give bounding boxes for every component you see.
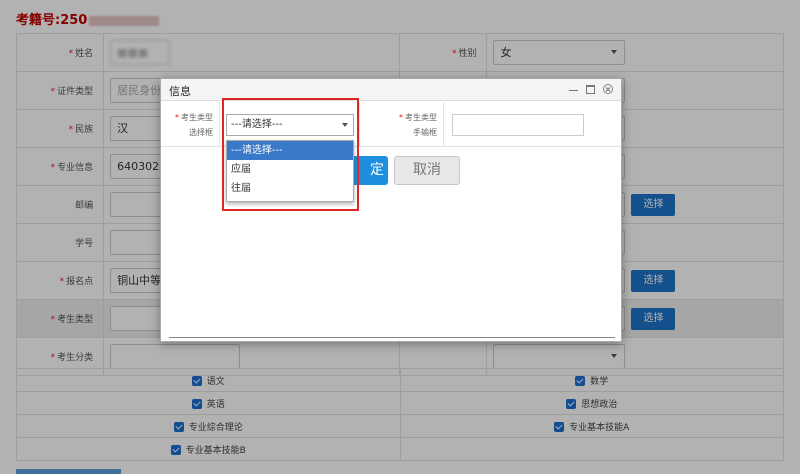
candidate-type-input-label: * 考生类型 手输框 [399, 113, 437, 137]
cancel-button[interactable]: 取消 [394, 156, 460, 185]
maximize-icon[interactable] [586, 84, 595, 94]
dialog-title: 信息 [169, 85, 191, 98]
minimize-icon[interactable] [569, 85, 578, 94]
close-icon[interactable] [603, 84, 613, 94]
highlight-box [222, 98, 359, 211]
candidate-type-text-input[interactable] [452, 114, 584, 136]
dialog-footer-line [169, 337, 615, 338]
candidate-type-select-label: * 考生类型 选择框 [175, 113, 213, 137]
